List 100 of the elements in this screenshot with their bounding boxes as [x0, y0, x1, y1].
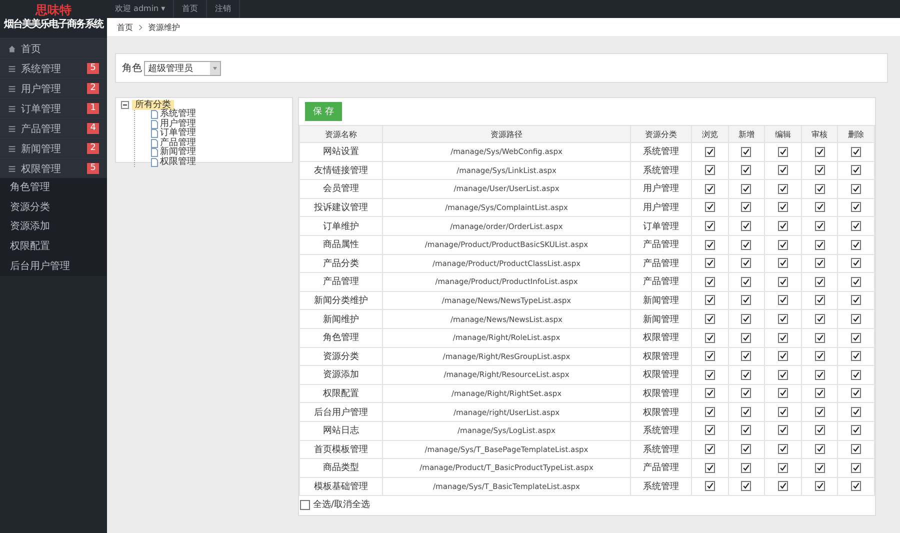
role-select[interactable]: 超级管理员: [144, 60, 221, 76]
checkbox[interactable]: [778, 444, 788, 454]
checkbox[interactable]: [814, 258, 825, 268]
checkbox[interactable]: [704, 258, 715, 268]
checkbox[interactable]: [704, 276, 715, 287]
checkbox[interactable]: [778, 332, 788, 342]
checkbox[interactable]: [851, 444, 862, 454]
checkbox[interactable]: [814, 462, 825, 473]
checkbox[interactable]: [741, 165, 752, 176]
tree-node[interactable]: 产品管理: [160, 138, 196, 148]
submenu-item[interactable]: 资源添加: [0, 217, 107, 238]
tree-node[interactable]: 新闻管理: [160, 148, 196, 158]
checkbox[interactable]: [814, 425, 825, 436]
sidebar-item[interactable]: 系统管理 5: [0, 58, 107, 78]
tree-node[interactable]: 系统管理: [160, 110, 196, 120]
checkbox[interactable]: [778, 351, 788, 362]
checkbox[interactable]: [704, 165, 715, 176]
checkbox[interactable]: [851, 202, 862, 212]
submenu-item[interactable]: 权限配置: [0, 237, 107, 257]
checkbox[interactable]: [814, 351, 825, 362]
checkbox[interactable]: [704, 425, 715, 436]
checkbox[interactable]: [814, 388, 825, 398]
checkbox[interactable]: [704, 202, 715, 212]
checkbox[interactable]: [778, 462, 788, 473]
sidebar-item[interactable]: 权限管理 5: [0, 158, 107, 178]
checkbox[interactable]: [704, 444, 715, 454]
checkbox[interactable]: [814, 146, 825, 157]
checkbox[interactable]: [814, 220, 825, 231]
checkbox[interactable]: [741, 258, 752, 268]
checkbox[interactable]: [704, 314, 715, 324]
checkbox[interactable]: [741, 370, 752, 380]
checkbox[interactable]: [741, 220, 752, 231]
checkbox[interactable]: [814, 332, 825, 342]
checkbox[interactable]: [851, 388, 862, 398]
checkbox[interactable]: [851, 332, 862, 342]
checkbox[interactable]: [814, 184, 825, 194]
checkbox[interactable]: [704, 462, 715, 473]
checkbox[interactable]: [814, 444, 825, 454]
checkbox[interactable]: [814, 240, 825, 250]
checkbox[interactable]: [778, 314, 788, 324]
checkbox[interactable]: [704, 146, 715, 157]
checkbox[interactable]: [851, 406, 862, 417]
checkbox[interactable]: [778, 481, 788, 492]
checkbox[interactable]: [851, 462, 862, 473]
checkbox[interactable]: [741, 184, 752, 194]
sidebar-item[interactable]: 用户管理 2: [0, 78, 107, 98]
checkbox[interactable]: [851, 240, 862, 250]
checkbox[interactable]: [851, 165, 862, 176]
checkbox[interactable]: [778, 295, 788, 306]
checkbox[interactable]: [741, 481, 752, 492]
sidebar-item[interactable]: 产品管理 4: [0, 118, 107, 138]
checkbox[interactable]: [778, 258, 788, 268]
checkbox[interactable]: [814, 202, 825, 212]
checkbox[interactable]: [741, 240, 752, 250]
collapse-icon[interactable]: [121, 101, 129, 109]
checkbox[interactable]: [741, 406, 752, 417]
checkbox[interactable]: [778, 388, 788, 398]
checkbox[interactable]: [778, 240, 788, 250]
checkbox[interactable]: [778, 165, 788, 176]
sidebar-item[interactable]: 首页: [0, 38, 107, 58]
checkbox[interactable]: [778, 220, 788, 231]
checkbox[interactable]: [851, 370, 862, 380]
checkbox[interactable]: [778, 146, 788, 157]
tree-node[interactable]: 用户管理: [160, 120, 196, 129]
checkbox[interactable]: [741, 276, 752, 287]
submenu-item[interactable]: 资源分类: [0, 198, 107, 218]
checkbox[interactable]: [814, 295, 825, 306]
checkbox[interactable]: [814, 406, 825, 417]
checkbox[interactable]: [851, 351, 862, 362]
checkbox[interactable]: [778, 425, 788, 436]
checkbox[interactable]: [778, 202, 788, 212]
tree-node[interactable]: 所有分类: [132, 100, 174, 110]
checkbox[interactable]: [814, 165, 825, 176]
checkbox[interactable]: [741, 146, 752, 157]
checkbox[interactable]: [851, 295, 862, 306]
checkbox[interactable]: [814, 370, 825, 380]
checkbox[interactable]: [851, 425, 862, 436]
checkbox[interactable]: [704, 388, 715, 398]
submenu-item[interactable]: 角色管理: [0, 178, 107, 198]
breadcrumb-item[interactable]: 资源维护: [148, 22, 180, 32]
checkbox[interactable]: [704, 406, 715, 417]
checkbox[interactable]: [741, 202, 752, 212]
tree-node[interactable]: 订单管理: [160, 129, 196, 138]
sidebar-item[interactable]: 新闻管理 2: [0, 138, 107, 158]
checkbox[interactable]: [741, 295, 752, 306]
checkbox[interactable]: [851, 184, 862, 194]
checkbox[interactable]: [851, 220, 862, 231]
checkbox[interactable]: [778, 184, 788, 194]
checkbox[interactable]: [814, 481, 825, 492]
checkbox[interactable]: [778, 406, 788, 417]
checkbox[interactable]: [851, 276, 862, 287]
checkbox[interactable]: [741, 462, 752, 473]
checkbox[interactable]: [741, 444, 752, 454]
breadcrumb-item[interactable]: 首页: [117, 22, 133, 32]
checkbox[interactable]: [704, 370, 715, 380]
checkbox[interactable]: [704, 351, 715, 362]
checkbox[interactable]: [851, 481, 862, 492]
submenu-item[interactable]: 后台用户管理: [0, 256, 107, 276]
checkbox[interactable]: [704, 240, 715, 250]
checkbox[interactable]: [814, 276, 825, 287]
